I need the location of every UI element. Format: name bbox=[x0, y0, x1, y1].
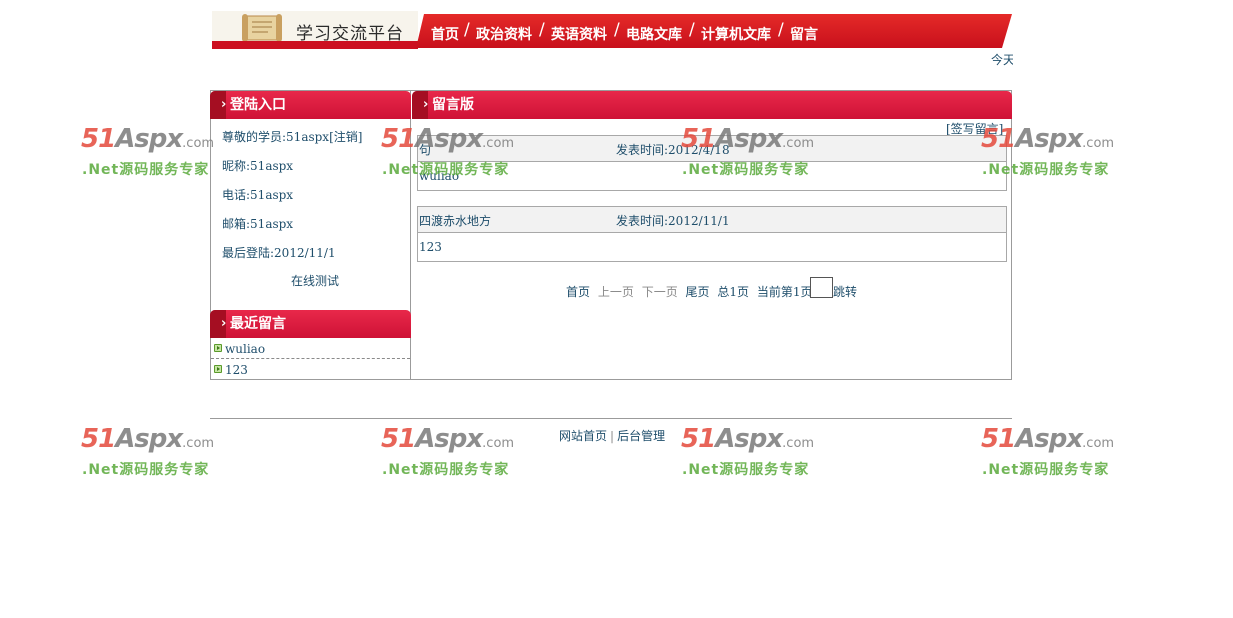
footer-divider bbox=[210, 418, 1012, 419]
message-header: 四渡赤水地方 发表时间:2012/11/1 bbox=[418, 207, 1006, 233]
login-panel-title: 登陆入口 bbox=[230, 97, 286, 113]
nav-home[interactable]: 首页 bbox=[431, 24, 459, 44]
logo: 学习交流平台 bbox=[212, 11, 418, 49]
watermark-name: Aspx bbox=[1015, 424, 1083, 454]
nav-circuits[interactable]: 电路文库 bbox=[626, 24, 682, 44]
message-header: 句 发表时间:2012/4/18 bbox=[418, 136, 1006, 162]
watermark-name: Aspx bbox=[415, 424, 483, 454]
message-item: 四渡赤水地方 发表时间:2012/11/1 123 bbox=[417, 206, 1007, 262]
pager-prev: 上一页 bbox=[597, 285, 634, 299]
footer-admin-link[interactable]: 后台管理 bbox=[617, 429, 665, 443]
login-panel-header: › 登陆入口 bbox=[210, 91, 411, 119]
phone-text: 电话:51aspx bbox=[222, 188, 294, 202]
message-author: 四渡赤水地方 bbox=[419, 214, 492, 228]
pager: 首页 上一页 下一页 尾页 总1页 当前第1页 bbox=[566, 283, 816, 300]
footer-links: 网站首页 | 后台管理 bbox=[559, 427, 665, 444]
pager-total: 总1页 bbox=[717, 285, 750, 299]
watermark-domain: .com bbox=[482, 436, 515, 451]
message-author: 句 bbox=[419, 143, 432, 157]
pager-current: 当前第1页 bbox=[756, 285, 813, 299]
watermark-domain: .com bbox=[1082, 136, 1115, 151]
watermark-slogan: .Net源码服务专家 bbox=[982, 462, 1110, 478]
recent-item[interactable]: 123 bbox=[211, 360, 410, 380]
watermark-slogan: .Net源码服务专家 bbox=[382, 462, 510, 478]
pager-last[interactable]: 尾页 bbox=[686, 285, 710, 299]
footer-home-link[interactable]: 网站首页 bbox=[559, 429, 607, 443]
watermark-num: 51 bbox=[381, 424, 416, 454]
guestbook-header: › 留言版 bbox=[412, 91, 1012, 119]
watermark-name: Aspx bbox=[115, 424, 183, 454]
watermark-domain: .com bbox=[182, 436, 215, 451]
recent-item-label[interactable]: wuliao bbox=[225, 342, 265, 356]
footer-separator: | bbox=[610, 429, 615, 443]
chevron-right-icon: › bbox=[221, 316, 227, 331]
watermark-brand: 51Aspx.com bbox=[81, 424, 214, 454]
watermark-logo: 51Aspx.com .Net源码服务专家 bbox=[81, 424, 221, 480]
watermark-slogan: .Net源码服务专家 bbox=[682, 462, 810, 478]
recent-panel-title: 最近留言 bbox=[230, 316, 286, 332]
page-number-input[interactable] bbox=[810, 277, 833, 298]
nav-separator: / bbox=[614, 20, 620, 40]
jump-button[interactable]: 跳转 bbox=[833, 283, 857, 300]
recent-panel-header: › 最近留言 bbox=[210, 310, 411, 338]
watermark-num: 51 bbox=[681, 424, 716, 454]
nav-guestbook[interactable]: 留言 bbox=[790, 24, 818, 44]
watermark-logo: 51Aspx.com .Net源码服务专家 bbox=[381, 424, 521, 480]
message-time: 发表时间:2012/4/18 bbox=[616, 143, 730, 157]
watermark-brand: 51Aspx.com bbox=[381, 424, 514, 454]
watermark-slogan: .Net源码服务专家 bbox=[82, 462, 210, 478]
today-marquee: 今天 bbox=[991, 53, 1013, 67]
watermark-domain: .com bbox=[1082, 436, 1115, 451]
email-text: 邮箱:51aspx bbox=[222, 217, 294, 231]
watermark-brand: 51Aspx.com bbox=[681, 424, 814, 454]
watermark-name: Aspx bbox=[1015, 124, 1083, 154]
message-time: 发表时间:2012/11/1 bbox=[616, 214, 730, 228]
logo-red-strip bbox=[212, 41, 418, 49]
nav-politics[interactable]: 政治资料 bbox=[476, 24, 532, 44]
watermark-slogan: .Net源码服务专家 bbox=[82, 162, 210, 178]
nav-english[interactable]: 英语资料 bbox=[551, 24, 607, 44]
bullet-arrow-icon bbox=[214, 365, 222, 373]
watermark-logo: 51Aspx.com .Net源码服务专家 bbox=[981, 424, 1121, 480]
message-content: 123 bbox=[419, 240, 442, 254]
main-nav: / / / / / 首页 政治资料 英语资料 电路文库 计算机文库 留言 bbox=[416, 14, 1012, 48]
bullet-arrow-icon bbox=[214, 344, 222, 352]
scroll-logo-icon bbox=[242, 14, 282, 42]
message-content: wuliao bbox=[419, 169, 460, 183]
watermark-name: Aspx bbox=[115, 124, 183, 154]
nav-separator: / bbox=[778, 20, 784, 40]
watermark-logo: 51Aspx.com .Net源码服务专家 bbox=[681, 424, 821, 480]
site-header: 学习交流平台 / / / / / 首页 政治资料 英语资料 电路文库 计算机文库… bbox=[212, 11, 1012, 49]
nav-separator: / bbox=[689, 20, 695, 40]
recent-item-label[interactable]: 123 bbox=[225, 363, 248, 377]
online-test-link[interactable]: 在线测试 bbox=[291, 272, 339, 289]
pager-first[interactable]: 首页 bbox=[566, 285, 590, 299]
nav-computer[interactable]: 计算机文库 bbox=[701, 24, 771, 44]
watermark-brand: 51Aspx.com bbox=[981, 424, 1114, 454]
guestbook-title: 留言版 bbox=[432, 97, 474, 113]
welcome-text: 尊敬的学员:51aspx bbox=[222, 130, 330, 144]
nickname-text: 昵称:51aspx bbox=[222, 159, 294, 173]
logout-link[interactable]: [注销] bbox=[329, 130, 362, 144]
watermark-num: 51 bbox=[81, 124, 116, 154]
watermark-name: Aspx bbox=[715, 424, 783, 454]
watermark-num: 51 bbox=[81, 424, 116, 454]
watermark-domain: .com bbox=[782, 436, 815, 451]
recent-item[interactable]: wuliao bbox=[211, 339, 410, 359]
chevron-right-icon: › bbox=[423, 97, 429, 112]
chevron-right-icon: › bbox=[221, 97, 227, 112]
last-login-text: 最后登陆:2012/11/1 bbox=[222, 246, 336, 260]
nav-separator: / bbox=[539, 20, 545, 40]
pager-next: 下一页 bbox=[641, 285, 678, 299]
watermark-num: 51 bbox=[981, 424, 1016, 454]
welcome-line: 尊敬的学员:51aspx[注销] bbox=[222, 128, 362, 145]
message-item: 句 发表时间:2012/4/18 wuliao bbox=[417, 135, 1007, 191]
watermark-logo: 51Aspx.com .Net源码服务专家 bbox=[81, 124, 221, 180]
watermark-brand: 51Aspx.com bbox=[81, 124, 214, 154]
nav-separator: / bbox=[464, 20, 470, 40]
